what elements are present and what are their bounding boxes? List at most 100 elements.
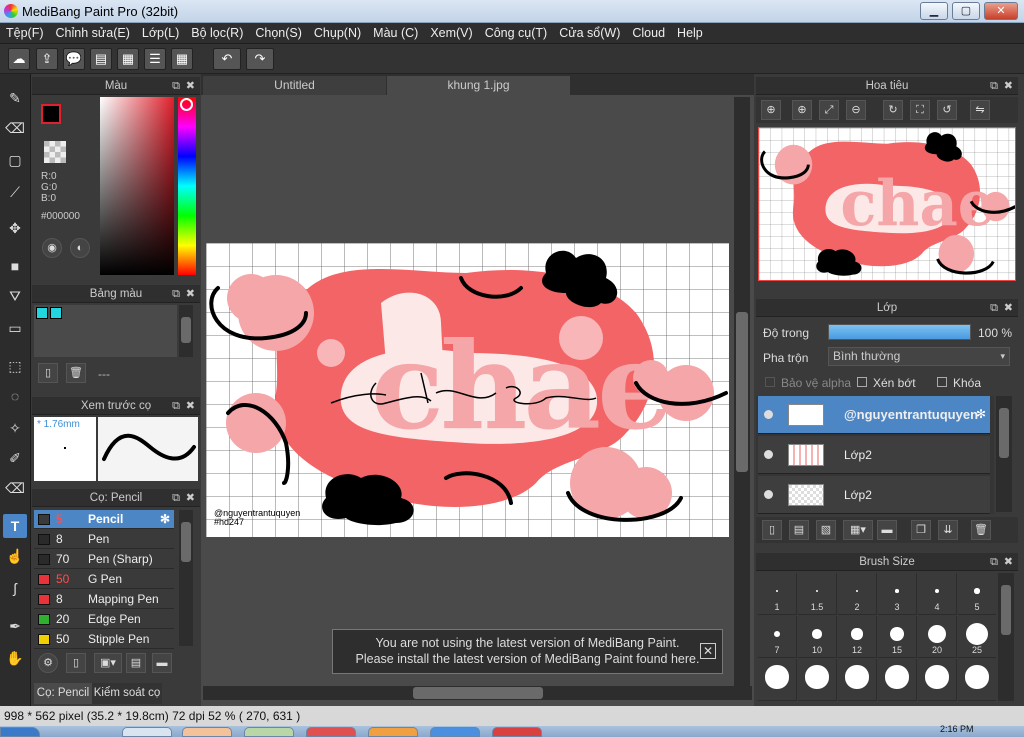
taskbar-item[interactable] (306, 727, 356, 737)
opacity-slider[interactable] (828, 324, 971, 340)
text-icon[interactable]: T (3, 514, 27, 538)
brush-size-cell[interactable]: 15 (878, 616, 917, 658)
menu-item-5[interactable]: Chụp(N) (308, 23, 367, 43)
palette-swatch[interactable] (36, 307, 48, 319)
magic-wand-icon[interactable]: ✧ (3, 416, 27, 440)
gear-icon[interactable]: ✻ (160, 510, 170, 529)
menu-item-7[interactable]: Xem(V) (424, 23, 478, 43)
lasso-icon[interactable]: ◌ (3, 384, 27, 408)
protect-alpha-checkbox[interactable] (765, 377, 775, 387)
palette-swatch[interactable] (50, 307, 62, 319)
mirror-icon[interactable]: ⇋ (970, 100, 990, 120)
brush-size-cell[interactable]: 7 (758, 616, 797, 658)
rotate-icon[interactable]: ↻ (883, 100, 903, 120)
menu-item-0[interactable]: Tệp(F) (0, 23, 50, 43)
bucket-icon[interactable]: ⛛ (3, 284, 27, 308)
eraser-icon[interactable]: ⌫ (3, 116, 27, 140)
rectangle-icon[interactable]: ▢ (3, 148, 27, 172)
eye-icon[interactable] (764, 450, 773, 459)
menu-item-6[interactable]: Màu (C) (367, 23, 424, 43)
menu-item-10[interactable]: Cloud (626, 23, 671, 43)
brush-size-cell[interactable]: 10 (798, 616, 837, 658)
taskbar-item[interactable] (244, 727, 294, 737)
speech-bubble-icon[interactable]: 💬 (63, 48, 85, 70)
eyedropper-icon[interactable]: ʃ (3, 576, 27, 600)
undock-icon[interactable]: ⧉ (990, 553, 998, 571)
brush-size-cell[interactable] (958, 659, 996, 701)
cloud-icon[interactable]: ☁ (8, 48, 30, 70)
clipping-checkbox[interactable] (857, 377, 867, 387)
brush-list-scrollbar[interactable] (179, 510, 193, 646)
tab-brush[interactable]: Cọ: Pencil (34, 683, 92, 704)
notice-line-2[interactable]: Please install the latest version of Med… (333, 652, 722, 668)
menu-item-9[interactable]: Cửa sổ(W) (553, 23, 626, 43)
taskbar-item[interactable] (492, 727, 542, 737)
brush-item[interactable]: 5 Pencil ✻ (34, 510, 174, 529)
color-settings-icon[interactable]: ◐ (70, 238, 90, 258)
layer-row[interactable]: Lớp2 (758, 476, 990, 514)
merge-layer-icon[interactable]: ⇊ (938, 520, 958, 540)
zoom-icon[interactable]: ⊕ (792, 100, 812, 120)
delete-icon[interactable]: 🗑 (66, 363, 86, 383)
brush-item[interactable]: 50 Stipple Pen (34, 630, 174, 649)
reset-icon[interactable]: ↺ (937, 100, 957, 120)
brush-properties-icon[interactable]: ▤ (126, 653, 146, 673)
close-icon[interactable]: ✕ (700, 643, 716, 659)
undock-icon[interactable]: ⧉ (990, 299, 998, 317)
menu-item-4[interactable]: Chọn(S) (249, 23, 308, 43)
brush-icon[interactable]: ✎ (3, 86, 27, 110)
brush-size-cell[interactable]: 5 (958, 573, 996, 615)
folder-icon[interactable]: ▬ (152, 653, 172, 673)
brush-settings-icon[interactable]: ⚙ (38, 653, 58, 673)
line-icon[interactable]: ⟋ (3, 180, 27, 204)
canvas-horizontal-scrollbar[interactable] (203, 686, 752, 700)
close-icon[interactable]: ✖ (1004, 77, 1013, 95)
brush-size-cell[interactable]: 1.5 (798, 573, 837, 615)
brush-item[interactable]: 50 G Pen (34, 570, 174, 589)
gradient-icon[interactable]: ▭ (3, 316, 27, 340)
undock-icon[interactable]: ⧉ (172, 77, 180, 95)
menu-item-11[interactable]: Help (671, 23, 709, 43)
close-icon[interactable]: ✖ (1004, 553, 1013, 571)
update-notice[interactable]: You are not using the latest version of … (332, 629, 723, 674)
undo-icon[interactable]: ↶ (213, 48, 241, 70)
new-brush-icon[interactable]: ▯ (66, 653, 86, 673)
brush-size-cell[interactable]: 1 (758, 573, 797, 615)
menu-item-3[interactable]: Bộ lọc(R) (185, 23, 249, 43)
hue-slider[interactable] (178, 97, 196, 275)
gear-icon[interactable]: ✻ (976, 407, 986, 421)
add-layer-menu-icon[interactable]: ▦▾ (843, 520, 873, 540)
flip-icon[interactable]: ⛶ (910, 100, 930, 120)
grid-icon[interactable]: ▦ (171, 48, 193, 70)
start-button[interactable] (0, 727, 40, 737)
layer-row[interactable]: Lớp2 (758, 436, 990, 474)
hand-icon[interactable]: ✋ (3, 646, 27, 670)
list-icon[interactable]: ☰ (144, 48, 166, 70)
tab-brush-control[interactable]: Kiểm soát cọ (92, 683, 162, 704)
eye-icon[interactable] (764, 490, 773, 499)
minimize-button[interactable]: ▁ (920, 2, 948, 20)
close-icon[interactable]: ✖ (1004, 299, 1013, 317)
close-icon[interactable]: ✖ (186, 285, 195, 303)
taskbar-item[interactable] (182, 727, 232, 737)
fit-icon[interactable]: ⤢ (819, 100, 839, 120)
menu-item-8[interactable]: Công cụ(T) (479, 23, 554, 43)
new-halftone-layer-icon[interactable]: ▤ (789, 520, 809, 540)
palette-scrollbar[interactable] (179, 305, 193, 357)
add-brush-icon[interactable]: ▣▾ (94, 653, 122, 673)
eye-icon[interactable] (764, 410, 773, 419)
folder-icon[interactable]: ▬ (877, 520, 897, 540)
close-icon[interactable]: ✖ (186, 397, 195, 415)
brush-size-cell[interactable] (838, 659, 877, 701)
menu-item-2[interactable]: Lớp(L) (136, 23, 185, 43)
canvas-vertical-scrollbar[interactable] (734, 97, 750, 686)
new-layer-icon[interactable]: ▯ (762, 520, 782, 540)
operation-icon[interactable]: ☝ (3, 544, 27, 568)
navigator-thumbnail[interactable]: chae (758, 127, 1016, 281)
brush-size-cell[interactable]: 3 (878, 573, 917, 615)
foreground-color[interactable] (41, 104, 61, 124)
close-icon[interactable]: ✖ (186, 489, 195, 507)
pen-tool-icon[interactable]: ✒ (3, 614, 27, 638)
brush-item[interactable]: 8 Mapping Pen (34, 590, 174, 609)
brush-size-cell[interactable]: 25 (958, 616, 996, 658)
